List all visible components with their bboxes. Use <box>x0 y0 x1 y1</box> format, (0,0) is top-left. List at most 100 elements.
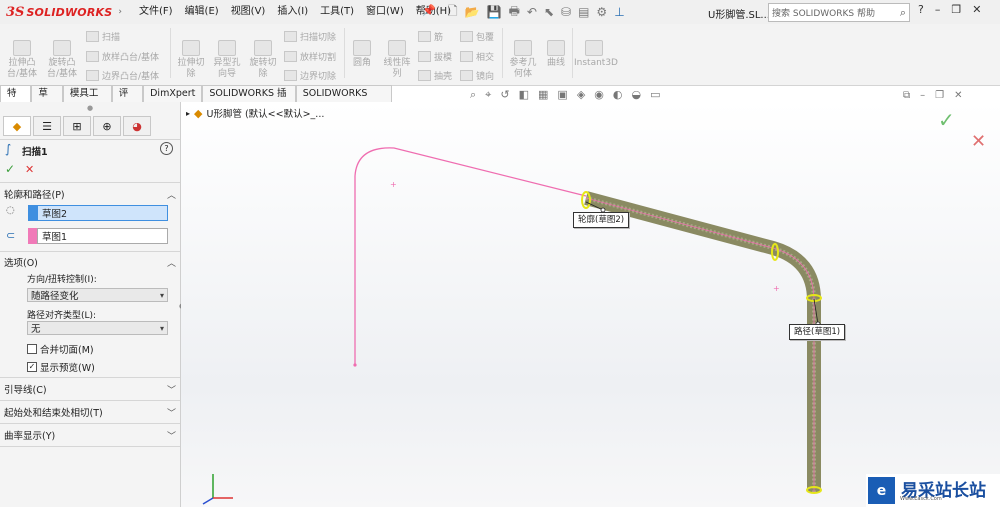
boundary-boss-button[interactable]: 边界凸台/基体 <box>86 69 159 82</box>
merge-tangent-checkbox[interactable]: 合并切面(M) <box>27 342 94 356</box>
hide-show-icon[interactable]: ◉ <box>594 88 604 102</box>
part-icon[interactable]: ⊥ <box>614 5 624 19</box>
zoom-to-fit-icon[interactable]: ⌕ <box>470 88 476 102</box>
tab-addins[interactable]: SOLIDWORKS 插件 <box>202 85 296 114</box>
path-selection-field[interactable]: 草图1 <box>37 228 168 244</box>
fillet-button[interactable]: 圆角 <box>348 40 376 69</box>
expand-chevron-icon[interactable]: ﹀ <box>167 406 176 419</box>
menu-edit[interactable]: 编辑(E) <box>179 0 225 24</box>
rebuild-icon[interactable]: ⛁ <box>561 5 571 19</box>
menu-view[interactable]: 视图(V) <box>225 0 272 24</box>
dimxpert-manager-tab[interactable]: ⊕ <box>93 116 121 136</box>
pin-icon[interactable]: 📌 <box>422 4 436 17</box>
draft-button[interactable]: 拔模 <box>418 50 452 63</box>
profile-path-section-header[interactable]: 轮廓和路径(P) ︿ <box>4 186 176 202</box>
cancel-x-icon[interactable]: ✕ <box>25 163 34 176</box>
view-settings-icon[interactable]: ▭ <box>650 88 660 102</box>
tab-features[interactable]: 特征 <box>0 85 32 114</box>
linear-pattern-button[interactable]: 线性阵列 <box>380 40 414 80</box>
confirm-ok-icon[interactable]: ✓ <box>938 108 955 132</box>
new-icon[interactable]: 🗋 <box>448 2 458 23</box>
tab-dimxpert[interactable]: DimXpert <box>143 85 203 102</box>
expand-arrow-icon[interactable]: › <box>118 7 122 17</box>
hole-wizard-button[interactable]: 异型孔 向导 <box>210 40 244 80</box>
zoom-area-icon[interactable]: ⌖ <box>485 88 491 102</box>
view-orientation-icon[interactable]: ▣ <box>557 88 567 102</box>
extruded-boss-button[interactable]: 拉伸凸 台/基体 <box>4 40 40 80</box>
intersect-button[interactable]: 相交 <box>460 50 494 63</box>
close-icon[interactable]: ✕ <box>972 3 981 16</box>
search-box[interactable]: 搜索 SOLIDWORKS 帮助 ⌕ <box>768 3 910 22</box>
tab-sketch[interactable]: 草图 <box>31 85 63 114</box>
expand-chevron-icon[interactable]: ﹀ <box>167 383 176 396</box>
curvature-display-section-header[interactable]: 曲率显示(Y) ﹀ <box>4 427 176 443</box>
swept-cut-button[interactable]: 扫描切除 <box>284 30 336 43</box>
collapse-chevron-icon[interactable]: ︿ <box>167 188 176 201</box>
options-gear-icon[interactable]: ⚙ <box>596 5 607 19</box>
curves-button[interactable]: 曲线 <box>542 40 570 69</box>
menu-file[interactable]: 文件(F) <box>133 0 179 24</box>
orientation-select[interactable]: 随路径变化 ▾ <box>27 288 168 302</box>
path-callout[interactable]: 路径(草图1) <box>789 324 846 340</box>
print-icon[interactable]: 🖶 <box>509 2 520 23</box>
previous-view-icon[interactable]: ↺ <box>500 88 509 102</box>
help-icon[interactable]: ? <box>918 3 924 16</box>
tangency-section-header[interactable]: 起始处和结束处相切(T) ﹀ <box>4 404 176 420</box>
instant3d-button[interactable]: Instant3D <box>574 40 618 69</box>
ok-check-icon[interactable]: ✓ <box>5 162 15 176</box>
feature-manager-tab[interactable]: ◆ <box>3 116 31 136</box>
dynamic-annotation-icon[interactable]: ▦ <box>538 88 548 102</box>
sweep-boss-button[interactable]: 扫描 <box>86 30 120 43</box>
save-icon[interactable]: 💾 <box>487 5 502 19</box>
display-style-icon[interactable]: ◈ <box>577 88 585 102</box>
minimize-icon[interactable]: – <box>935 3 941 16</box>
display-manager-tab[interactable]: ◕ <box>123 116 151 136</box>
open-icon[interactable]: 📂 <box>465 5 480 19</box>
viewport-close-icon[interactable]: ✕ <box>954 90 962 101</box>
boundary-cut-button[interactable]: 边界切除 <box>284 69 336 82</box>
collapse-chevron-icon[interactable]: ︿ <box>167 256 176 269</box>
extruded-cut-button[interactable]: 拉伸切除 <box>174 40 208 80</box>
sweep-preview-tube[interactable] <box>584 191 821 492</box>
menu-insert[interactable]: 插入(I) <box>271 0 314 24</box>
lofted-cut-button[interactable]: 放样切割 <box>284 50 336 63</box>
mirror-button[interactable]: 镜向 <box>460 69 494 82</box>
menu-tools[interactable]: 工具(T) <box>314 0 360 24</box>
confirm-cancel-icon[interactable]: ✕ <box>971 131 986 152</box>
menu-window[interactable]: 窗口(W) <box>360 0 410 24</box>
loft-boss-button[interactable]: 放样凸台/基体 <box>86 50 159 63</box>
rib-button[interactable]: 筋 <box>418 30 443 43</box>
edit-appearance-icon[interactable]: ◐ <box>613 88 623 102</box>
options-section-header[interactable]: 选项(O) ︿ <box>4 254 176 270</box>
guide-curves-section-header[interactable]: 引导线(C) ﹀ <box>4 381 176 397</box>
undo-icon[interactable]: ↶ <box>527 5 537 19</box>
select-icon[interactable]: ⬉ <box>544 5 554 19</box>
file-properties-icon[interactable]: ▤ <box>578 5 589 19</box>
property-manager-tab[interactable]: ☰ <box>33 116 61 136</box>
path-alignment-select[interactable]: 无 ▾ <box>27 321 168 335</box>
configuration-manager-tab[interactable]: ⊞ <box>63 116 91 136</box>
tab-evaluate[interactable]: 评估 <box>111 85 144 114</box>
apply-scene-icon[interactable]: ◒ <box>632 88 642 102</box>
restore-icon[interactable]: ❐ <box>951 3 961 16</box>
viewport-minimize-icon[interactable]: – <box>920 90 925 101</box>
help-circle-icon[interactable]: ? <box>160 142 173 155</box>
solidworks-logo[interactable]: 3S SOLIDWORKS › <box>6 4 122 20</box>
tab-mold-tools[interactable]: 模具工具 <box>62 85 112 114</box>
revolved-cut-button[interactable]: 旋转切除 <box>246 40 280 80</box>
show-preview-checkbox[interactable]: ✓ 显示预览(W) <box>27 360 95 374</box>
profile-selection-field[interactable]: 草图2 <box>37 205 168 221</box>
section-view-icon[interactable]: ◧ <box>519 88 529 102</box>
profile-callout[interactable]: 轮廓(草图2) <box>573 212 630 228</box>
panel-grip-icon[interactable]: ● <box>87 104 93 112</box>
tab-mbd[interactable]: SOLIDWORKS MBD <box>295 85 392 114</box>
expand-chevron-icon[interactable]: ﹀ <box>167 429 176 442</box>
reference-geometry-button[interactable]: 参考几 何体 <box>506 40 540 80</box>
model-geometry[interactable]: + + <box>181 102 1000 507</box>
shell-button[interactable]: 抽壳 <box>418 69 452 82</box>
viewport-restore-icon[interactable]: ⧉ <box>903 90 910 101</box>
search-icon[interactable]: ⌕ <box>900 6 906 20</box>
revolved-boss-button[interactable]: 旋转凸 台/基体 <box>44 40 80 80</box>
wrap-button[interactable]: 包覆 <box>460 30 494 43</box>
viewport-tile-icon[interactable]: ❐ <box>935 90 944 101</box>
